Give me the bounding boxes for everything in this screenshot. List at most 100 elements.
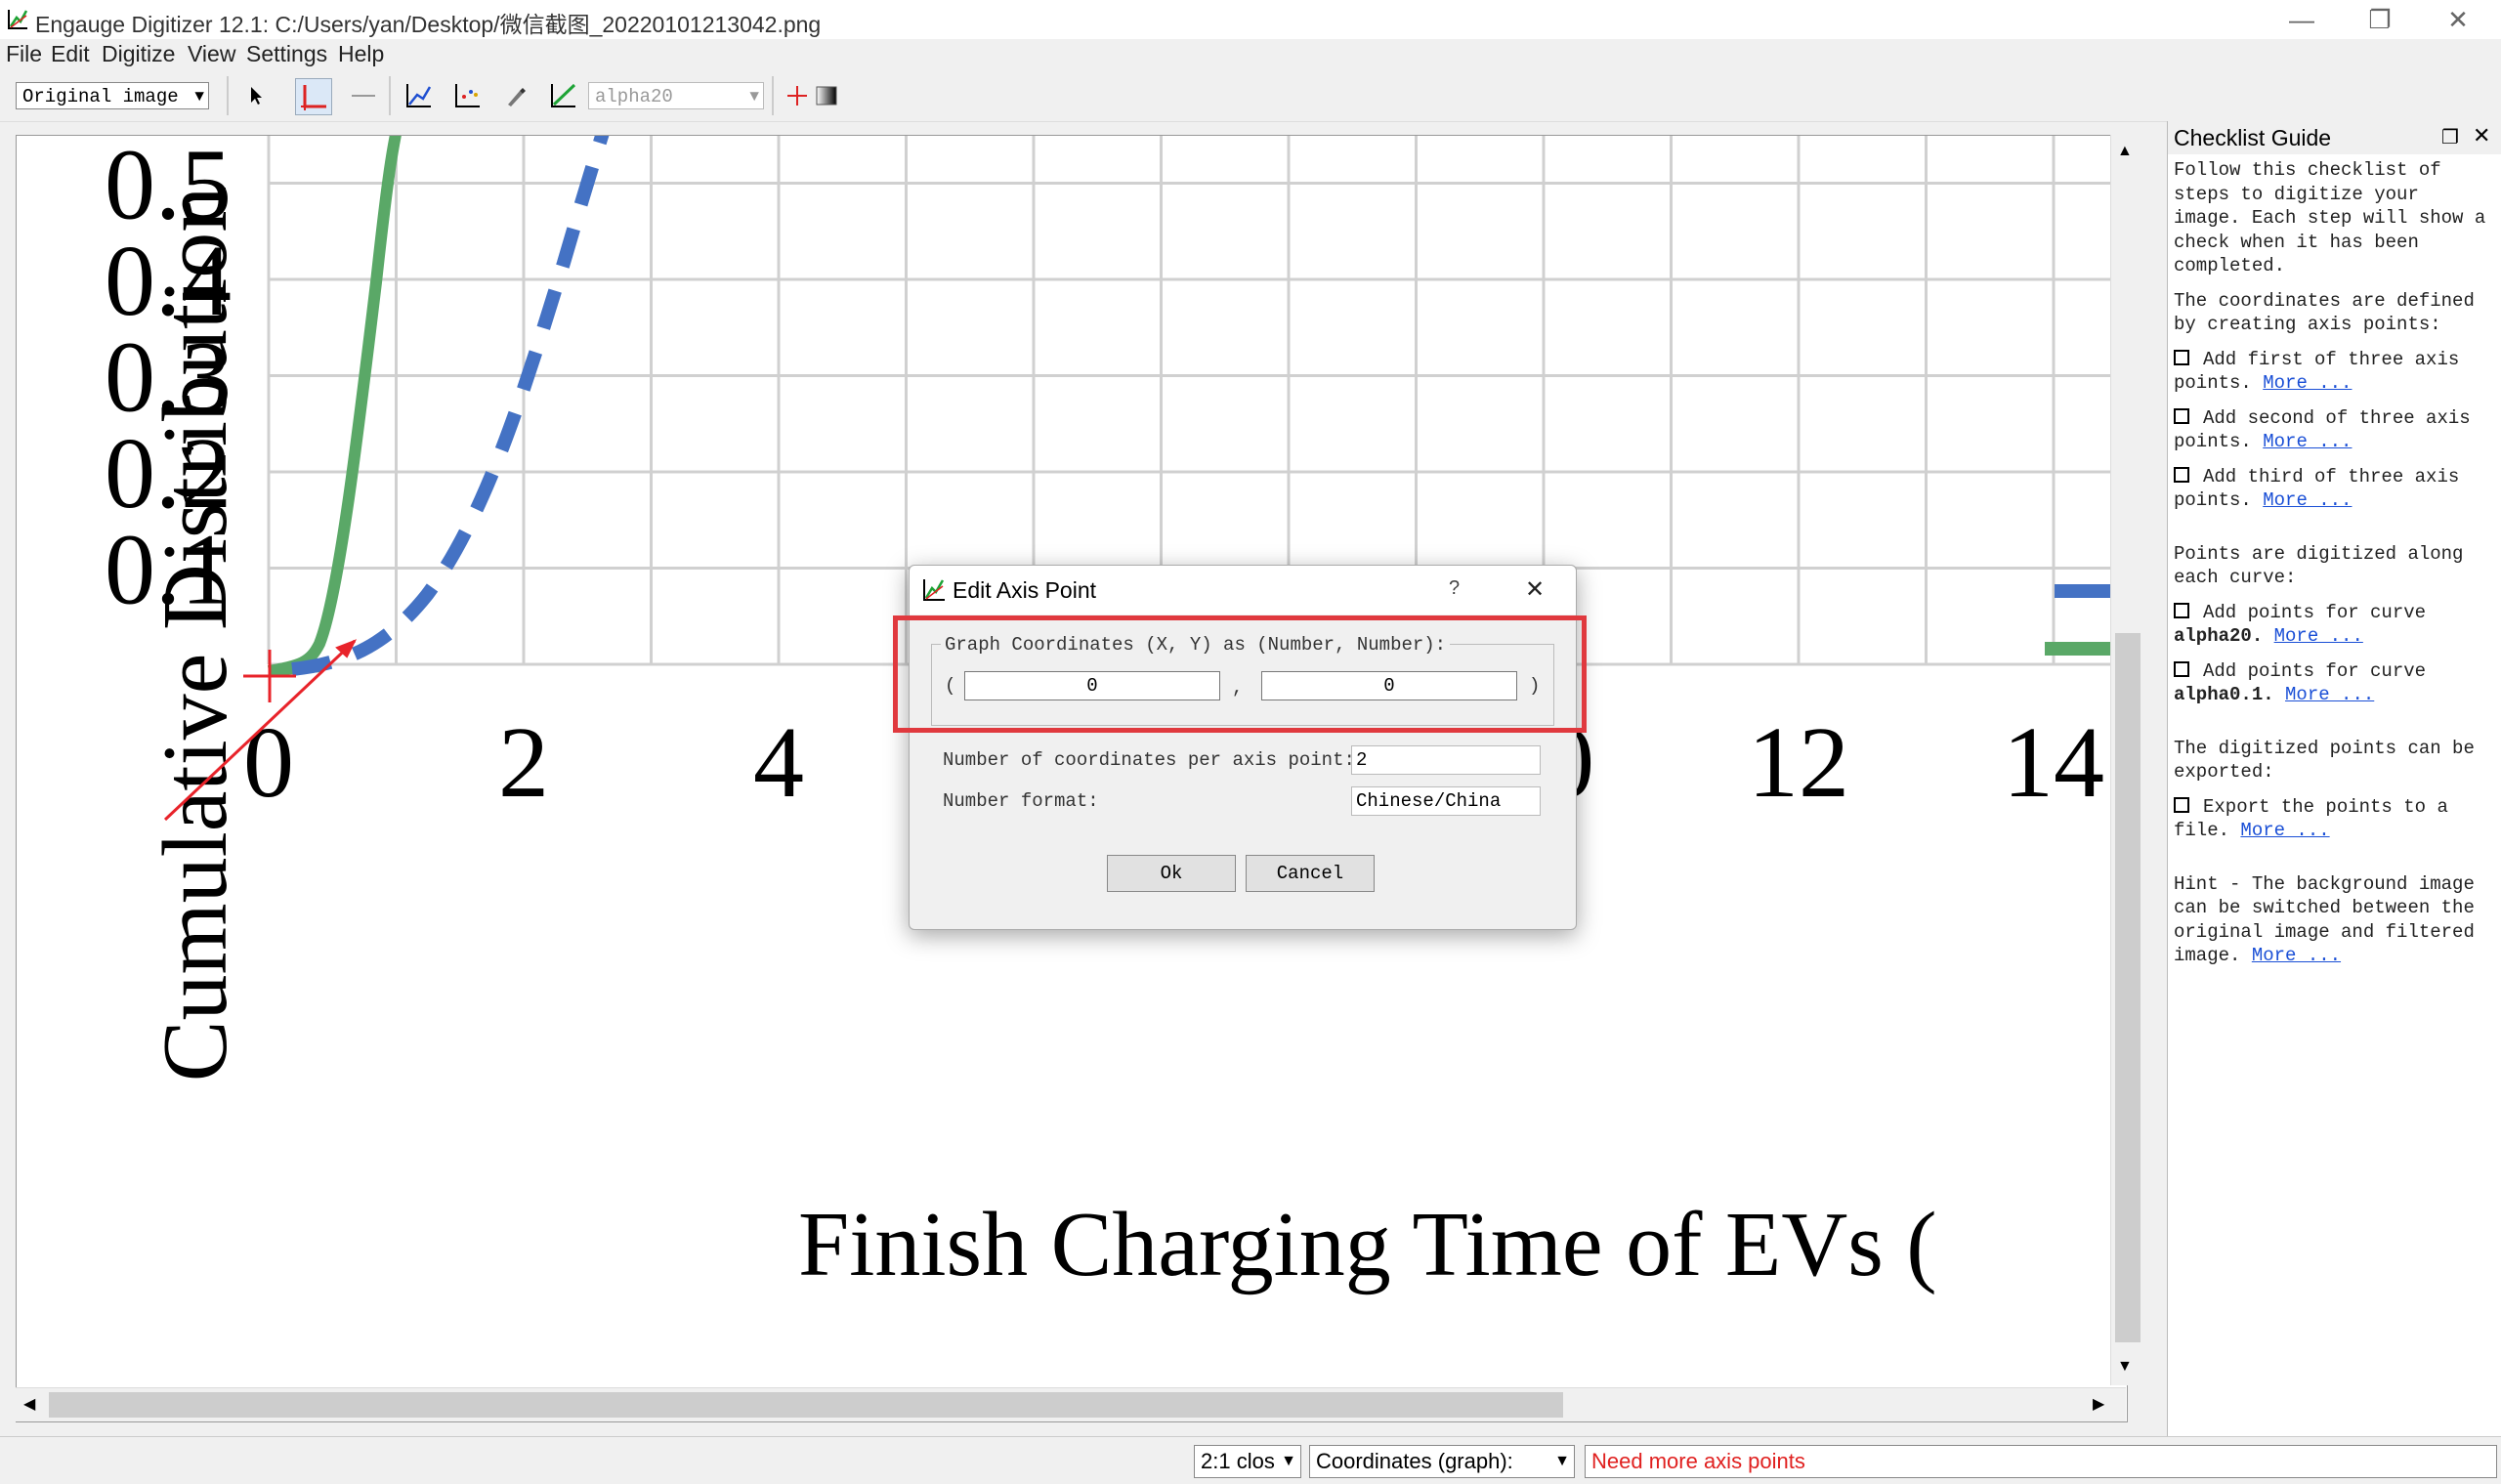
chevron-down-icon: ▼ — [749, 88, 759, 106]
more-link[interactable]: More ... — [2263, 489, 2352, 511]
zoom-value: 2:1 clos — [1201, 1449, 1275, 1473]
scroll-up-icon[interactable]: ▲ — [2117, 143, 2133, 160]
horizontal-scroll-thumb[interactable] — [49, 1392, 1563, 1418]
step-text: Add points for curve — [2203, 601, 2427, 623]
more-link[interactable]: More ... — [2274, 625, 2363, 647]
dialog-title-bar: Edit Axis Point ? ✕ — [910, 566, 1576, 615]
select-arrow-icon[interactable] — [238, 78, 274, 113]
menu-settings[interactable]: Settings — [246, 41, 327, 67]
status-bar: 2:1 clos ▼ Coordinates (graph): ▼ Need m… — [0, 1436, 2501, 1484]
x-tick-label: 4 — [753, 706, 804, 819]
axis-point-marker — [243, 650, 296, 702]
checklist-step: Add third of three axis points. More ... — [2174, 465, 2492, 513]
blue-dashed-curve — [291, 136, 610, 676]
checklist-hint: Hint - The background image can be switc… — [2174, 872, 2492, 968]
segment-fill-icon[interactable] — [449, 78, 485, 113]
menu-edit[interactable]: Edit — [51, 41, 90, 67]
scroll-left-icon[interactable]: ◀ — [23, 1394, 35, 1414]
menu-bar: File Edit Digitize View Settings Help — [0, 39, 2501, 70]
dialog-title: Edit Axis Point — [953, 577, 1097, 603]
checklist-step: Export the points to a file. More ... — [2174, 795, 2492, 843]
more-link[interactable]: More ... — [2285, 684, 2374, 705]
vertical-scrollbar[interactable]: ▲ ▼ — [2110, 135, 2144, 1385]
checkbox-icon — [2174, 602, 2189, 618]
zoom-combo[interactable]: 2:1 clos ▼ — [1194, 1445, 1301, 1478]
green-curve-line — [267, 136, 402, 677]
curve-select-value: alpha20 — [595, 86, 673, 107]
window-title: Engauge Digitizer 12.1: C:/Users/yan/Des… — [35, 12, 822, 37]
minimize-button[interactable]: — — [2263, 0, 2341, 39]
checklist-step: Add first of three axis points. More ... — [2174, 348, 2492, 396]
x-tick-label: 14 — [2003, 706, 2104, 819]
ok-button[interactable]: Ok — [1107, 855, 1236, 892]
menu-view[interactable]: View — [188, 41, 235, 67]
number-format-field: Chinese/China — [1351, 786, 1541, 816]
coordinates-label: Coordinates (graph): — [1316, 1449, 1513, 1473]
chevron-down-icon: ▼ — [194, 88, 204, 106]
app-logo-icon — [8, 10, 28, 29]
checklist-curve-intro: Points are digitized along each curve: — [2174, 542, 2464, 589]
checkbox-icon — [2174, 466, 2189, 483]
more-link[interactable]: More ... — [2252, 945, 2341, 966]
x-axis-label: Finish Charging Time of EVs ( — [798, 1194, 1937, 1295]
coordinates-combo[interactable]: Coordinates (graph): ▼ — [1309, 1445, 1575, 1478]
chevron-down-icon: ▼ — [1281, 1446, 1296, 1477]
menu-file[interactable]: File — [6, 41, 42, 67]
checklist-step: Add points for curve alpha20. More ... — [2174, 601, 2492, 649]
y-axis-label: Cumulative Distribution — [145, 187, 246, 1081]
toolbar-separator — [389, 76, 391, 115]
app-logo-icon — [923, 579, 945, 601]
colorize-icon[interactable] — [809, 78, 844, 113]
highlight-box — [893, 615, 1587, 733]
menu-digitize[interactable]: Digitize — [102, 41, 175, 67]
curve-select-combo[interactable]: alpha20 ▼ — [588, 82, 764, 109]
more-link[interactable]: More ... — [2240, 820, 2329, 841]
more-link[interactable]: More ... — [2263, 431, 2352, 452]
checklist-step: Add points for curve alpha0.1. More ... — [2174, 659, 2492, 707]
status-message: Need more axis points — [1585, 1445, 2497, 1478]
toolbar-separator — [772, 76, 774, 115]
legend-green-swatch — [2045, 642, 2111, 656]
help-button[interactable]: ? — [1449, 577, 1460, 600]
scroll-down-icon[interactable]: ▼ — [2117, 1358, 2133, 1376]
color-picker-icon[interactable] — [498, 78, 533, 113]
background-image-value: Original image — [22, 86, 179, 107]
checklist-title: Checklist Guide — [2174, 125, 2332, 150]
close-window-button[interactable]: ✕ — [2419, 0, 2497, 39]
dialog-close-button[interactable]: ✕ — [1525, 575, 1545, 604]
checklist-intro: Follow this checklist of steps to digiti… — [2174, 159, 2486, 276]
curve-icon[interactable] — [545, 78, 580, 113]
vertical-scroll-thumb[interactable] — [2115, 633, 2141, 1342]
float-panel-icon[interactable]: ❐ — [2441, 125, 2459, 149]
checkbox-icon — [2174, 796, 2189, 813]
step-text: Add points for curve — [2203, 659, 2427, 682]
chevron-down-icon: ▼ — [1554, 1446, 1570, 1477]
axis-point-icon[interactable] — [295, 78, 332, 115]
menu-help[interactable]: Help — [338, 41, 384, 67]
more-link[interactable]: More ... — [2263, 372, 2352, 394]
checklist-guide-panel: Checklist Guide ❐ ✕ Follow this checklis… — [2167, 121, 2501, 1436]
checklist-axis-intro: The coordinates are defined by creating … — [2174, 289, 2475, 336]
checkbox-icon — [2174, 407, 2189, 424]
checklist-header: Checklist Guide ❐ ✕ — [2168, 121, 2501, 154]
scale-bar-icon[interactable] — [346, 78, 381, 113]
coords-per-point-field: 2 — [1351, 745, 1541, 775]
curve-name: alpha20. — [2174, 625, 2264, 647]
checklist-body: Follow this checklist of steps to digiti… — [2174, 158, 2492, 979]
point-match-icon[interactable] — [401, 78, 436, 113]
title-bar: Engauge Digitizer 12.1: C:/Users/yan/Des… — [0, 0, 2501, 39]
curve-name: alpha0.1. — [2174, 684, 2274, 705]
toolbar: Original image ▼ alpha20 ▼ — [0, 70, 2501, 122]
restore-button[interactable]: ❐ — [2341, 0, 2419, 39]
y-tick-label: 0.6 — [105, 136, 232, 145]
background-image-combo[interactable]: Original image ▼ — [16, 82, 209, 109]
checklist-step: Add second of three axis points. More ..… — [2174, 406, 2492, 454]
horizontal-scrollbar[interactable]: ◀ ▶ — [16, 1387, 2126, 1421]
x-tick-label: 12 — [1748, 706, 1849, 819]
checkbox-icon — [2174, 349, 2189, 365]
toolbar-separator — [227, 76, 229, 115]
scroll-right-icon[interactable]: ▶ — [2093, 1394, 2104, 1414]
close-panel-icon[interactable]: ✕ — [2473, 123, 2490, 148]
legend-blue-swatch — [2055, 584, 2111, 598]
cancel-button[interactable]: Cancel — [1246, 855, 1375, 892]
